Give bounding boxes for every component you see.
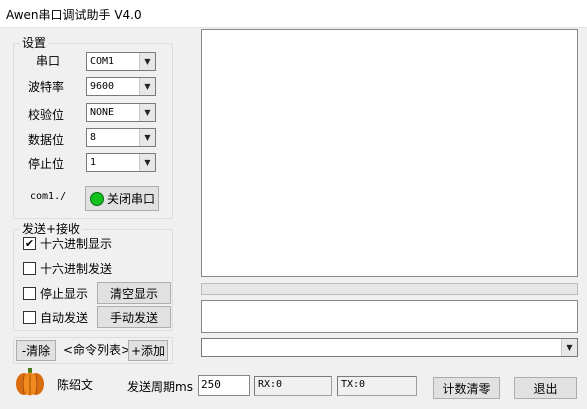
parity-select[interactable]: NONE ▼ [86, 103, 156, 122]
chevron-down-icon[interactable]: ▼ [561, 339, 577, 356]
chevron-down-icon[interactable]: ▼ [139, 154, 155, 171]
tx-counter: TX:0 [337, 376, 417, 396]
window-title: Awen串口调试助手 V4.0 [6, 8, 142, 22]
close-port-button[interactable]: 关闭串口 [85, 186, 159, 211]
manual-send-button[interactable]: 手动发送 [97, 306, 171, 328]
command-combobox[interactable]: ▼ [201, 338, 578, 357]
stop-display-label: 停止显示 [40, 287, 89, 301]
port-status-text: com1./ [30, 191, 67, 202]
rx-counter: RX:0 [254, 376, 332, 396]
pumpkin-icon [16, 368, 44, 396]
hex-display-checkbox[interactable]: ✔ [23, 237, 36, 250]
send-period-label: 发送周期ms [127, 380, 193, 394]
chevron-down-icon[interactable]: ▼ [139, 78, 155, 95]
port-status-led-icon [90, 191, 104, 206]
stopbits-label: 停止位 [28, 157, 65, 171]
checkmark-icon: ✔ [24, 237, 35, 250]
hex-send-label: 十六进制发送 [40, 262, 113, 276]
chevron-down-icon[interactable]: ▼ [139, 104, 155, 121]
stopbits-select[interactable]: 1 ▼ [86, 153, 156, 172]
cmd-list-label[interactable]: <命令列表> [63, 343, 131, 357]
chevron-down-icon[interactable]: ▼ [139, 53, 155, 70]
databits-select[interactable]: 8 ▼ [86, 128, 156, 147]
send-period-value: 250 [201, 378, 221, 391]
baud-select[interactable]: 9600 ▼ [86, 77, 156, 96]
baud-label: 波特率 [28, 80, 65, 94]
cmd-add-button[interactable]: +添加 [128, 340, 168, 361]
cmd-delete-button[interactable]: -清除 [16, 340, 56, 361]
port-label: 串口 [36, 54, 61, 68]
auto-send-label: 自动发送 [40, 311, 89, 325]
hex-display-label: 十六进制显示 [40, 237, 113, 251]
close-port-label: 关闭串口 [107, 192, 156, 206]
receive-textarea[interactable] [201, 29, 578, 277]
send-recv-legend: 发送+接收 [20, 222, 83, 236]
chevron-down-icon[interactable]: ▼ [139, 129, 155, 146]
databits-label: 数据位 [28, 133, 65, 147]
hex-send-checkbox[interactable] [23, 262, 36, 275]
auto-send-checkbox[interactable] [23, 311, 36, 324]
author-label: 陈绍文 [57, 378, 94, 392]
send-textarea[interactable] [201, 300, 578, 333]
send-period-input[interactable]: 250 [198, 375, 250, 396]
reset-count-button[interactable]: 计数清零 [433, 377, 500, 399]
send-progress-bar [201, 283, 578, 295]
parity-label: 校验位 [28, 108, 65, 122]
clear-display-button[interactable]: 清空显示 [97, 282, 171, 304]
title-bar: Awen串口调试助手 V4.0 [0, 0, 587, 28]
stop-display-checkbox[interactable] [23, 287, 36, 300]
settings-legend: 设置 [20, 36, 49, 50]
port-select[interactable]: COM1 ▼ [86, 52, 156, 71]
exit-button[interactable]: 退出 [514, 377, 577, 399]
